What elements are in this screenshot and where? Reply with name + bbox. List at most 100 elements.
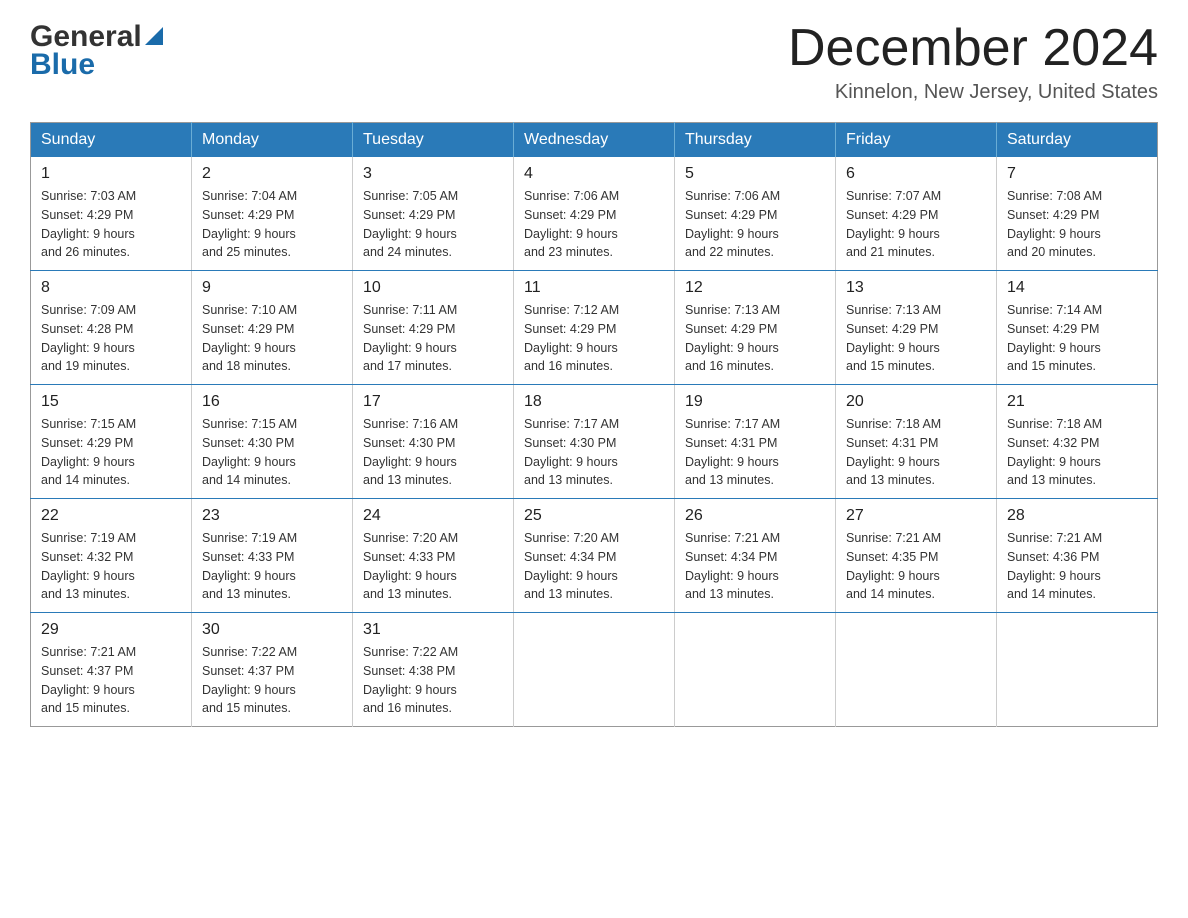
day-info: Sunrise: 7:07 AM Sunset: 4:29 PM Dayligh… xyxy=(846,187,986,262)
sunrise-label: Sunrise: 7:21 AM xyxy=(41,645,136,659)
day-number: 25 xyxy=(524,507,664,525)
calendar-cell: 29 Sunrise: 7:21 AM Sunset: 4:37 PM Dayl… xyxy=(31,613,192,727)
daylight-minutes: and 16 minutes. xyxy=(363,701,452,715)
sunrise-label: Sunrise: 7:07 AM xyxy=(846,189,941,203)
calendar-week-row: 29 Sunrise: 7:21 AM Sunset: 4:37 PM Dayl… xyxy=(31,613,1158,727)
sunset-label: Sunset: 4:38 PM xyxy=(363,664,455,678)
day-info: Sunrise: 7:09 AM Sunset: 4:28 PM Dayligh… xyxy=(41,301,181,376)
daylight-minutes: and 18 minutes. xyxy=(202,359,291,373)
day-number: 18 xyxy=(524,393,664,411)
daylight-label: Daylight: 9 hours xyxy=(363,569,457,583)
day-info: Sunrise: 7:13 AM Sunset: 4:29 PM Dayligh… xyxy=(685,301,825,376)
month-title: December 2024 xyxy=(788,20,1158,77)
daylight-label: Daylight: 9 hours xyxy=(363,683,457,697)
day-info: Sunrise: 7:17 AM Sunset: 4:30 PM Dayligh… xyxy=(524,415,664,490)
sunrise-label: Sunrise: 7:09 AM xyxy=(41,303,136,317)
day-info: Sunrise: 7:21 AM Sunset: 4:37 PM Dayligh… xyxy=(41,643,181,718)
sunrise-label: Sunrise: 7:16 AM xyxy=(363,417,458,431)
day-number: 5 xyxy=(685,165,825,183)
day-number: 27 xyxy=(846,507,986,525)
daylight-minutes: and 13 minutes. xyxy=(846,473,935,487)
logo-blue-text: Blue xyxy=(30,48,95,81)
day-info: Sunrise: 7:08 AM Sunset: 4:29 PM Dayligh… xyxy=(1007,187,1147,262)
sunset-label: Sunset: 4:29 PM xyxy=(41,436,133,450)
day-info: Sunrise: 7:16 AM Sunset: 4:30 PM Dayligh… xyxy=(363,415,503,490)
calendar-cell: 23 Sunrise: 7:19 AM Sunset: 4:33 PM Dayl… xyxy=(192,499,353,613)
day-number: 29 xyxy=(41,621,181,639)
sunset-label: Sunset: 4:29 PM xyxy=(41,208,133,222)
daylight-label: Daylight: 9 hours xyxy=(202,227,296,241)
day-number: 17 xyxy=(363,393,503,411)
calendar-cell: 7 Sunrise: 7:08 AM Sunset: 4:29 PM Dayli… xyxy=(997,157,1158,271)
sunrise-label: Sunrise: 7:20 AM xyxy=(363,531,458,545)
day-info: Sunrise: 7:22 AM Sunset: 4:37 PM Dayligh… xyxy=(202,643,342,718)
day-info: Sunrise: 7:19 AM Sunset: 4:32 PM Dayligh… xyxy=(41,529,181,604)
day-info: Sunrise: 7:13 AM Sunset: 4:29 PM Dayligh… xyxy=(846,301,986,376)
day-info: Sunrise: 7:04 AM Sunset: 4:29 PM Dayligh… xyxy=(202,187,342,262)
calendar-cell: 28 Sunrise: 7:21 AM Sunset: 4:36 PM Dayl… xyxy=(997,499,1158,613)
location-subtitle: Kinnelon, New Jersey, United States xyxy=(788,81,1158,104)
day-number: 6 xyxy=(846,165,986,183)
calendar-cell: 5 Sunrise: 7:06 AM Sunset: 4:29 PM Dayli… xyxy=(675,157,836,271)
calendar-cell: 13 Sunrise: 7:13 AM Sunset: 4:29 PM Dayl… xyxy=(836,271,997,385)
day-number: 3 xyxy=(363,165,503,183)
logo-arrow-icon xyxy=(145,27,163,45)
sunset-label: Sunset: 4:31 PM xyxy=(685,436,777,450)
sunset-label: Sunset: 4:29 PM xyxy=(202,208,294,222)
sunset-label: Sunset: 4:30 PM xyxy=(202,436,294,450)
day-number: 31 xyxy=(363,621,503,639)
calendar-cell: 19 Sunrise: 7:17 AM Sunset: 4:31 PM Dayl… xyxy=(675,385,836,499)
daylight-label: Daylight: 9 hours xyxy=(202,569,296,583)
calendar-week-row: 15 Sunrise: 7:15 AM Sunset: 4:29 PM Dayl… xyxy=(31,385,1158,499)
daylight-minutes: and 13 minutes. xyxy=(1007,473,1096,487)
calendar-cell: 4 Sunrise: 7:06 AM Sunset: 4:29 PM Dayli… xyxy=(514,157,675,271)
sunrise-label: Sunrise: 7:20 AM xyxy=(524,531,619,545)
day-number: 14 xyxy=(1007,279,1147,297)
day-number: 15 xyxy=(41,393,181,411)
day-info: Sunrise: 7:20 AM Sunset: 4:34 PM Dayligh… xyxy=(524,529,664,604)
day-info: Sunrise: 7:17 AM Sunset: 4:31 PM Dayligh… xyxy=(685,415,825,490)
day-info: Sunrise: 7:05 AM Sunset: 4:29 PM Dayligh… xyxy=(363,187,503,262)
daylight-label: Daylight: 9 hours xyxy=(41,569,135,583)
sunset-label: Sunset: 4:33 PM xyxy=(202,550,294,564)
day-number: 21 xyxy=(1007,393,1147,411)
day-number: 4 xyxy=(524,165,664,183)
day-number: 24 xyxy=(363,507,503,525)
calendar-cell: 26 Sunrise: 7:21 AM Sunset: 4:34 PM Dayl… xyxy=(675,499,836,613)
daylight-minutes: and 21 minutes. xyxy=(846,245,935,259)
day-info: Sunrise: 7:11 AM Sunset: 4:29 PM Dayligh… xyxy=(363,301,503,376)
sunrise-label: Sunrise: 7:13 AM xyxy=(685,303,780,317)
daylight-label: Daylight: 9 hours xyxy=(202,683,296,697)
daylight-minutes: and 15 minutes. xyxy=(846,359,935,373)
calendar-cell: 24 Sunrise: 7:20 AM Sunset: 4:33 PM Dayl… xyxy=(353,499,514,613)
sunset-label: Sunset: 4:34 PM xyxy=(685,550,777,564)
day-number: 20 xyxy=(846,393,986,411)
daylight-label: Daylight: 9 hours xyxy=(202,455,296,469)
sunrise-label: Sunrise: 7:22 AM xyxy=(363,645,458,659)
day-info: Sunrise: 7:14 AM Sunset: 4:29 PM Dayligh… xyxy=(1007,301,1147,376)
sunrise-label: Sunrise: 7:17 AM xyxy=(524,417,619,431)
daylight-minutes: and 14 minutes. xyxy=(1007,587,1096,601)
daylight-minutes: and 19 minutes. xyxy=(41,359,130,373)
daylight-minutes: and 15 minutes. xyxy=(202,701,291,715)
daylight-label: Daylight: 9 hours xyxy=(202,341,296,355)
daylight-label: Daylight: 9 hours xyxy=(524,227,618,241)
daylight-minutes: and 13 minutes. xyxy=(685,473,774,487)
day-info: Sunrise: 7:21 AM Sunset: 4:36 PM Dayligh… xyxy=(1007,529,1147,604)
day-number: 16 xyxy=(202,393,342,411)
sunset-label: Sunset: 4:29 PM xyxy=(685,208,777,222)
daylight-minutes: and 23 minutes. xyxy=(524,245,613,259)
sunrise-label: Sunrise: 7:21 AM xyxy=(846,531,941,545)
daylight-label: Daylight: 9 hours xyxy=(524,341,618,355)
sunrise-label: Sunrise: 7:19 AM xyxy=(41,531,136,545)
daylight-minutes: and 17 minutes. xyxy=(363,359,452,373)
calendar-cell: 22 Sunrise: 7:19 AM Sunset: 4:32 PM Dayl… xyxy=(31,499,192,613)
day-info: Sunrise: 7:03 AM Sunset: 4:29 PM Dayligh… xyxy=(41,187,181,262)
day-number: 11 xyxy=(524,279,664,297)
calendar-cell: 27 Sunrise: 7:21 AM Sunset: 4:35 PM Dayl… xyxy=(836,499,997,613)
daylight-minutes: and 15 minutes. xyxy=(41,701,130,715)
daylight-label: Daylight: 9 hours xyxy=(363,227,457,241)
calendar-cell: 1 Sunrise: 7:03 AM Sunset: 4:29 PM Dayli… xyxy=(31,157,192,271)
day-info: Sunrise: 7:15 AM Sunset: 4:30 PM Dayligh… xyxy=(202,415,342,490)
day-number: 12 xyxy=(685,279,825,297)
